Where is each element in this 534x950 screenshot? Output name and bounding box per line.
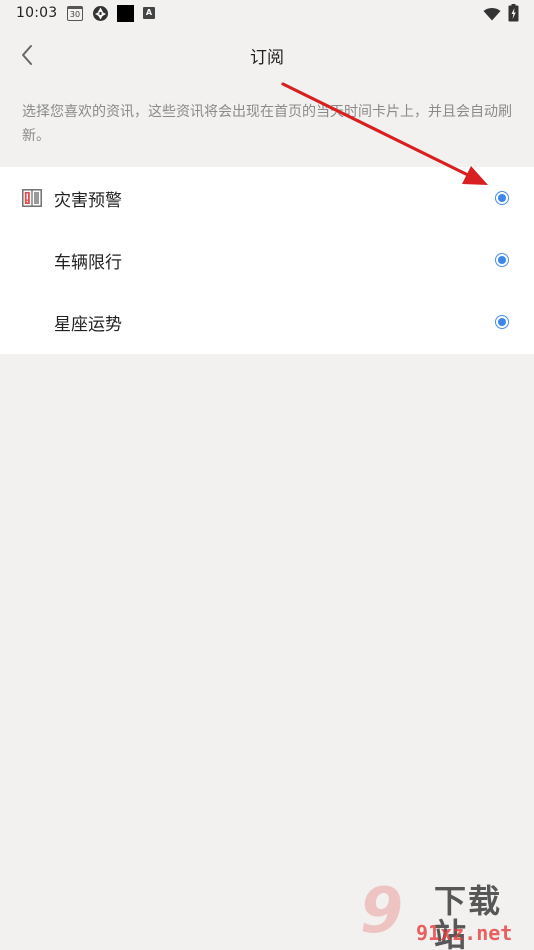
- page-title: 订阅: [250, 48, 284, 68]
- watermark-url: 91xz.net: [416, 921, 513, 945]
- a-icon: A: [143, 7, 155, 19]
- subscription-item-horoscope[interactable]: 星座运势: [0, 291, 534, 353]
- warning-book-icon: [22, 189, 42, 207]
- calendar-icon: 30: [67, 6, 83, 21]
- aperture-icon: [92, 5, 109, 26]
- app-header: 订阅: [0, 28, 534, 80]
- watermark-logo: 9 下载站 91xz.net: [360, 880, 534, 950]
- radio-selected-dot: [498, 194, 506, 202]
- radio-selected-dot: [498, 256, 506, 264]
- radio-selected-dot: [498, 318, 506, 326]
- status-bar: 10:03 30 A: [0, 0, 534, 28]
- radio-button[interactable]: [495, 315, 509, 329]
- description-text: 选择您喜欢的资讯，这些资讯将会出现在首页的当天时间卡片上，并且会自动刷新。: [22, 104, 512, 144]
- subscription-label: 星座运势: [54, 315, 122, 335]
- radio-button[interactable]: [495, 253, 509, 267]
- wifi-icon: [483, 6, 501, 25]
- battery-icon: [508, 4, 519, 26]
- subscription-list: 灾害预警 车辆限行 星座运势: [0, 167, 534, 354]
- watermark-mark: 9: [360, 874, 404, 947]
- subscription-item-vehicle-restriction[interactable]: 车辆限行: [0, 229, 534, 291]
- status-time: 10:03: [16, 5, 58, 21]
- black-square-icon: [117, 5, 134, 22]
- subscription-label: 灾害预警: [54, 191, 122, 211]
- radio-button[interactable]: [495, 191, 509, 205]
- subscription-screen: 10:03 30 A 订阅 选择您喜欢的资讯，这些资讯将会出现在首页的当天时间卡…: [0, 0, 534, 950]
- subscription-label: 车辆限行: [54, 253, 122, 273]
- subscription-item-disaster-warning[interactable]: 灾害预警: [0, 167, 534, 229]
